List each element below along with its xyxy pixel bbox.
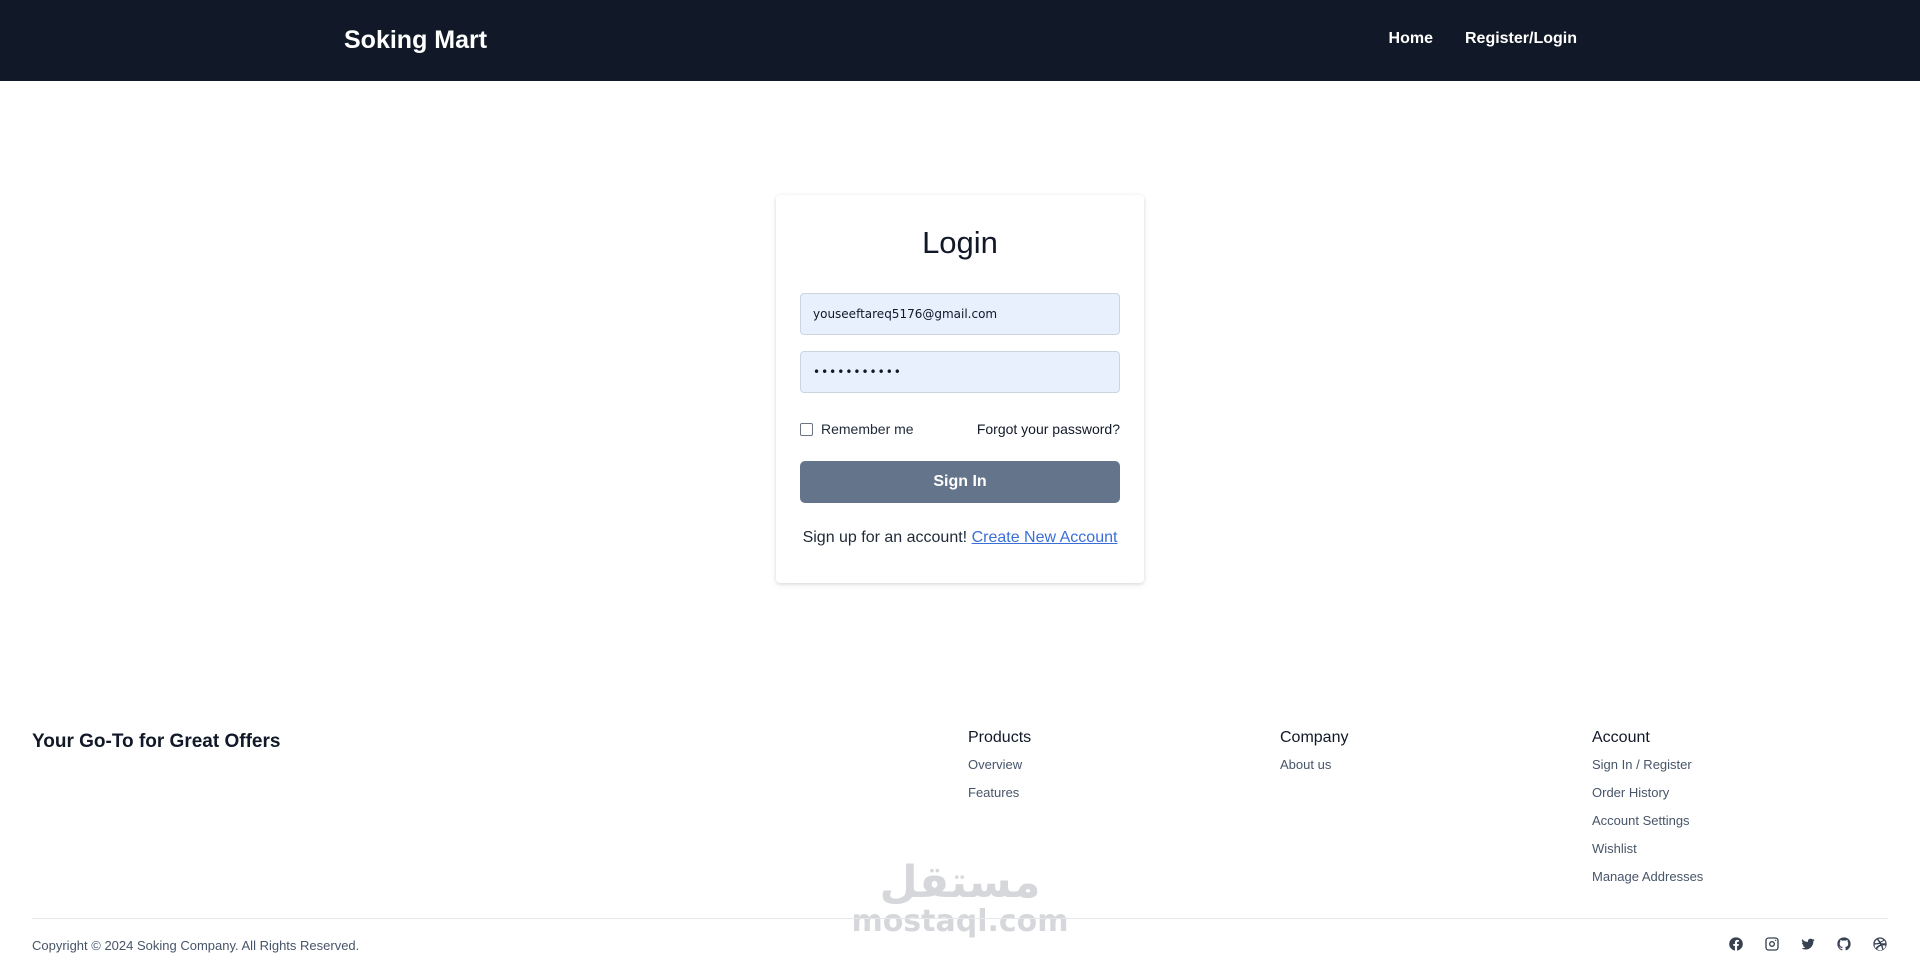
copyright-text: Copyright © 2024 Soking Company. All Rig…: [32, 938, 360, 953]
footer-products-title: Products: [968, 729, 1032, 746]
brand-logo[interactable]: Soking Mart: [344, 26, 487, 55]
email-field[interactable]: [800, 293, 1120, 335]
watermark-latin: mostaql.com: [851, 904, 1069, 939]
nav-home-link[interactable]: Home: [1389, 30, 1433, 48]
sign-in-button[interactable]: Sign In: [800, 461, 1120, 503]
footer-tagline: Your Go-To for Great Offers: [32, 731, 281, 752]
watermark-arabic: مستقل: [879, 857, 1041, 908]
nav-register-login-link[interactable]: Register/Login: [1465, 30, 1577, 48]
create-account-link[interactable]: Create New Account: [972, 529, 1118, 546]
top-navbar: Soking Mart Home Register/Login: [0, 0, 1920, 81]
watermark: مستقل mostaql.com: [844, 860, 1076, 938]
footer-link-overview[interactable]: Overview: [968, 755, 1031, 783]
forgot-password-link[interactable]: Forgot your password?: [977, 421, 1120, 437]
footer-link-account-settings[interactable]: Account Settings: [1592, 811, 1703, 839]
login-card: Login Remember me Forgot your password? …: [776, 195, 1144, 583]
footer-account-column: Account Sign In / Register Order History…: [1592, 729, 1703, 895]
twitter-icon[interactable]: [1800, 936, 1816, 952]
footer-products-column: Products Overview Features: [968, 729, 1031, 811]
instagram-icon[interactable]: [1764, 936, 1780, 952]
footer-company-title: Company: [1280, 729, 1349, 746]
dribbble-icon[interactable]: [1872, 936, 1888, 952]
footer-link-order-history[interactable]: Order History: [1592, 783, 1703, 811]
remember-me-label: Remember me: [821, 421, 914, 437]
signup-prompt: Sign up for an account! Create New Accou…: [776, 529, 1144, 547]
footer-company-column: Company About us: [1280, 729, 1348, 783]
footer-divider: [32, 918, 1888, 919]
main-nav: Home Register/Login: [1389, 30, 1577, 48]
password-field[interactable]: [800, 351, 1120, 393]
social-links: [1728, 936, 1888, 952]
signup-text: Sign up for an account!: [802, 529, 968, 546]
login-title: Login: [922, 225, 998, 260]
footer-account-title: Account: [1592, 729, 1650, 746]
login-options-row: Remember me Forgot your password?: [800, 418, 1120, 440]
remember-me-checkbox[interactable]: [800, 422, 813, 436]
footer-link-wishlist[interactable]: Wishlist: [1592, 839, 1703, 867]
facebook-icon[interactable]: [1728, 936, 1744, 952]
footer-link-about[interactable]: About us: [1280, 755, 1348, 783]
footer-link-features[interactable]: Features: [968, 783, 1031, 811]
footer-link-manage-addresses[interactable]: Manage Addresses: [1592, 867, 1703, 895]
footer-link-sign-in[interactable]: Sign In / Register: [1592, 755, 1703, 783]
github-icon[interactable]: [1836, 936, 1852, 952]
remember-me[interactable]: Remember me: [800, 421, 914, 437]
